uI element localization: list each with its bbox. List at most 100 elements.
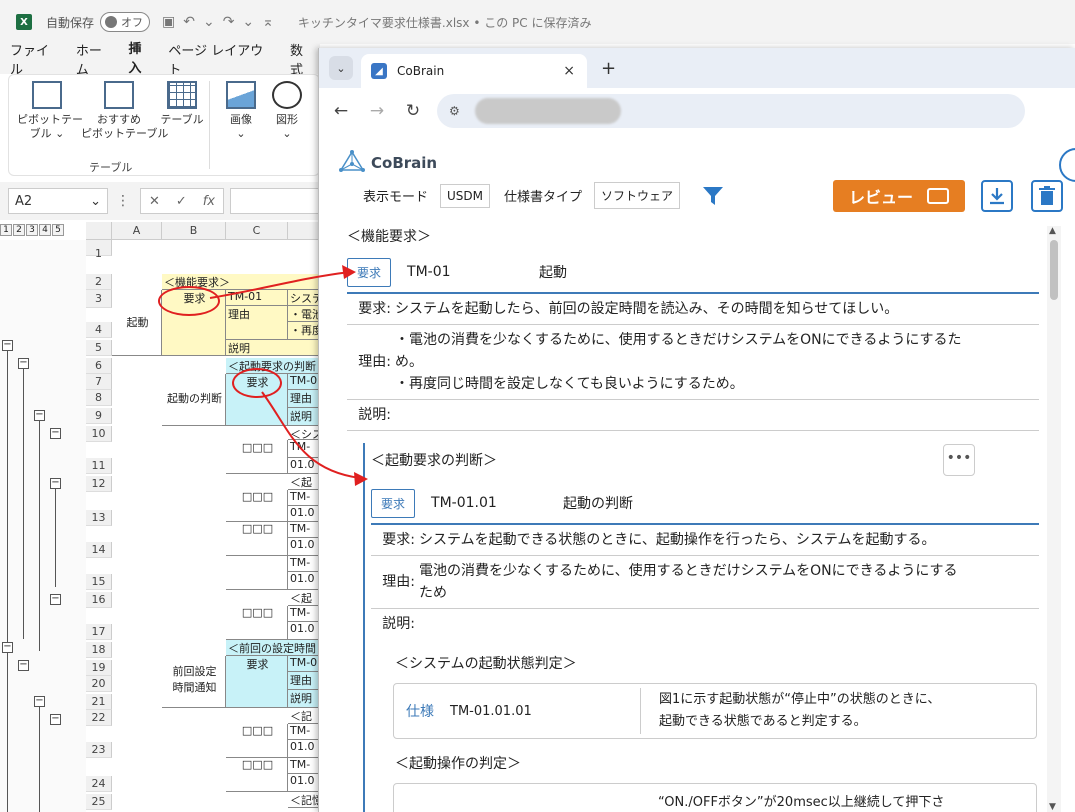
- cell-b19[interactable]: 前回設定 時間通知: [162, 656, 226, 708]
- row-header[interactable]: 20: [86, 676, 112, 692]
- cell-d11a[interactable]: TM-: [288, 440, 320, 458]
- spec-card[interactable]: 仕様 TM-01.01.01 図1に示す起動状態が“停止中”の状態のときに、 起…: [393, 683, 1037, 739]
- tab-close-icon[interactable]: ×: [563, 63, 575, 79]
- back-icon[interactable]: ←: [323, 101, 359, 121]
- download-button[interactable]: [981, 180, 1013, 212]
- outline-level-5[interactable]: 5: [52, 224, 64, 236]
- row-header[interactable]: 12: [86, 476, 112, 492]
- scroll-up-icon[interactable]: ▲: [1049, 226, 1056, 236]
- menu-formulas[interactable]: 数式: [290, 40, 316, 78]
- forward-icon[interactable]: →: [359, 101, 395, 121]
- cell-d15a[interactable]: TM-: [288, 556, 320, 572]
- row-header[interactable]: 9: [86, 408, 112, 424]
- collapse-icon[interactable]: −: [50, 594, 61, 605]
- cell-d14b[interactable]: 01.0: [288, 538, 320, 556]
- tab-search-icon[interactable]: ⌄: [329, 56, 353, 80]
- table-button[interactable]: テーブル: [157, 81, 207, 127]
- cell-d22[interactable]: ＜記: [288, 708, 320, 724]
- row-header[interactable]: 15: [86, 574, 112, 590]
- row-header[interactable]: 8: [86, 390, 112, 406]
- cell-d15b[interactable]: 01.0: [288, 572, 320, 590]
- row-header[interactable]: 21: [86, 694, 112, 710]
- quick-access-icons[interactable]: ▣↶⌄↷⌄⌅: [162, 14, 282, 30]
- cell-c14[interactable]: □□□: [226, 522, 288, 556]
- cell-d17b[interactable]: 01.0: [288, 622, 320, 640]
- row-header[interactable]: 4: [86, 322, 112, 338]
- row-header[interactable]: 6: [86, 358, 112, 374]
- image-button[interactable]: 画像 ⌄: [219, 81, 263, 141]
- cell-d13b[interactable]: 01.0: [288, 506, 320, 522]
- cell-c3[interactable]: TM-01: [226, 290, 288, 306]
- autosave-toggle[interactable]: オフ: [100, 12, 151, 32]
- review-button[interactable]: レビュー: [833, 180, 965, 212]
- outline-level-2[interactable]: 2: [13, 224, 25, 236]
- tab-cobrain[interactable]: ◢ CoBrain ×: [361, 54, 587, 88]
- more-options-button[interactable]: •••: [943, 444, 975, 476]
- collapse-icon[interactable]: −: [34, 696, 45, 707]
- pivot-table-button[interactable]: ピボットテー ブル ⌄: [17, 81, 83, 141]
- cell-d4a[interactable]: ・電池: [288, 306, 320, 322]
- row-header[interactable]: 25: [86, 794, 112, 810]
- cell-d14a[interactable]: TM-: [288, 522, 320, 538]
- scroll-thumb[interactable]: [1050, 240, 1058, 300]
- column-header-b[interactable]: B: [162, 222, 226, 240]
- cell-r25[interactable]: ＜記憶している設定時間がクリアされる場合＞: [288, 792, 320, 808]
- cell-d7[interactable]: TM-0: [288, 374, 320, 390]
- page-scrollbar[interactable]: ▲ ▼: [1047, 226, 1061, 812]
- collapse-icon[interactable]: −: [50, 714, 61, 725]
- cell-d10[interactable]: ＜シス: [288, 426, 320, 440]
- row-header[interactable]: 1: [86, 240, 112, 260]
- cell-d24a[interactable]: TM-: [288, 758, 320, 774]
- requirement-header[interactable]: 要求 TM-01 起動: [347, 256, 1039, 294]
- cell-d13a[interactable]: TM-: [288, 490, 320, 506]
- collapse-icon[interactable]: −: [50, 478, 61, 489]
- cell-c24[interactable]: □□□: [226, 758, 288, 792]
- collapse-icon[interactable]: −: [18, 660, 29, 671]
- filter-icon[interactable]: [702, 185, 724, 207]
- row-header[interactable]: 17: [86, 624, 112, 640]
- sub-requirement-header[interactable]: 要求 TM-01.01 起動の判断: [371, 487, 1039, 525]
- cell-c15[interactable]: [226, 556, 288, 590]
- row-header[interactable]: 13: [86, 510, 112, 526]
- row-header[interactable]: 7: [86, 374, 112, 390]
- outline-level-4[interactable]: 4: [39, 224, 51, 236]
- select-all-corner[interactable]: [86, 222, 112, 240]
- row-header[interactable]: 3: [86, 290, 112, 308]
- display-mode-select[interactable]: USDM: [440, 183, 491, 208]
- check-icon[interactable]: ✓: [176, 194, 187, 209]
- site-info-icon[interactable]: ⚙: [449, 104, 469, 118]
- recommended-pivot-button[interactable]: おすすめ ピボットテーブル: [81, 81, 168, 141]
- cell-c13[interactable]: □□□: [226, 490, 288, 522]
- requirement-text[interactable]: システムを起動できる状態のときに、起動操作を行ったら、システムを起動する。: [419, 529, 935, 551]
- delete-button[interactable]: [1031, 180, 1063, 212]
- cell-d12[interactable]: ＜起: [288, 474, 320, 490]
- cell-d24b[interactable]: 01.0: [288, 774, 320, 792]
- cell-d21[interactable]: 説明: [288, 690, 320, 708]
- cell-d16[interactable]: ＜起: [288, 590, 320, 606]
- fx-icon[interactable]: fx: [203, 194, 215, 209]
- row-header[interactable]: 14: [86, 542, 112, 558]
- requirement-text[interactable]: システムを起動したら、前回の設定時間を読込み、その時間を知らせてほしい。: [395, 298, 898, 320]
- cell-c11[interactable]: □□□: [226, 440, 288, 474]
- address-bar[interactable]: ⚙: [437, 94, 1025, 128]
- cell-c4[interactable]: 理由: [226, 306, 288, 340]
- cell-d20[interactable]: 理由: [288, 672, 320, 690]
- row-header[interactable]: 23: [86, 742, 112, 758]
- cell-d23a[interactable]: TM-: [288, 724, 320, 740]
- row-header[interactable]: 22: [86, 710, 112, 726]
- cell-c19[interactable]: 要求: [226, 656, 288, 708]
- cell-a3[interactable]: 起動: [112, 290, 162, 356]
- column-header-c[interactable]: C: [226, 222, 288, 240]
- shape-button[interactable]: 図形 ⌄: [265, 81, 309, 141]
- account-icon[interactable]: [1059, 148, 1075, 182]
- reason-text[interactable]: 電池の消費を少なくするために、使用するときだけシステムをONにできるようにする …: [419, 560, 958, 604]
- collapse-icon[interactable]: −: [2, 642, 13, 653]
- row-header[interactable]: 24: [86, 776, 112, 792]
- collapse-icon[interactable]: −: [18, 358, 29, 369]
- outline-level-3[interactable]: 3: [26, 224, 38, 236]
- row-header[interactable]: 18: [86, 642, 112, 658]
- spec-type-select[interactable]: ソフトウェア: [594, 182, 681, 209]
- row-header[interactable]: 2: [86, 274, 112, 290]
- cell-c5[interactable]: 説明: [226, 340, 320, 356]
- column-header-a[interactable]: A: [112, 222, 162, 240]
